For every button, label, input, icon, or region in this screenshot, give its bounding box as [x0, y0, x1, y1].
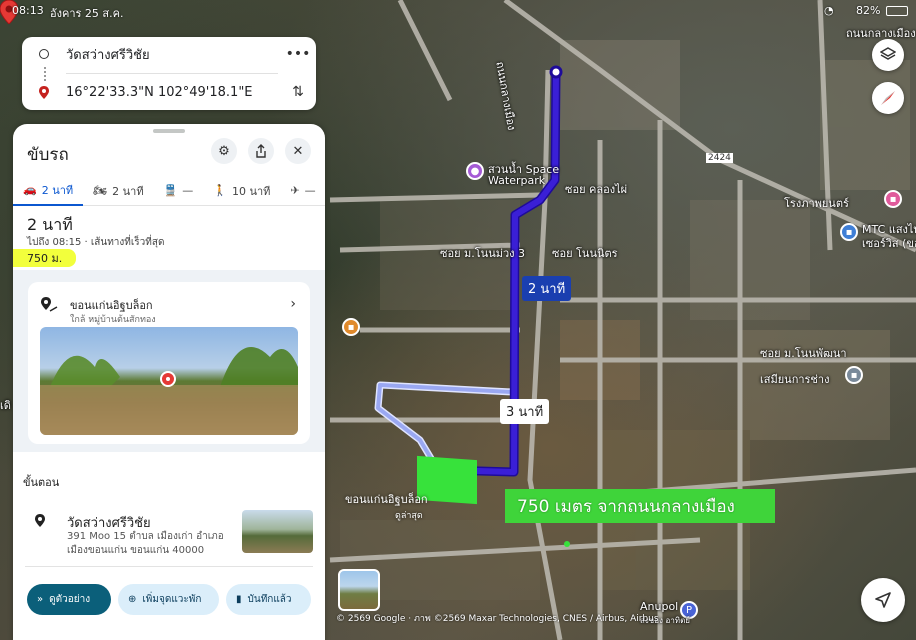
tab-transit[interactable]: 🚆 —	[154, 176, 204, 206]
place-pin-icon	[41, 297, 58, 312]
chevron-right-icon[interactable]: ›	[290, 296, 296, 312]
add-location-icon: ⊕	[128, 594, 137, 605]
step-street-view-thumb[interactable]	[242, 510, 313, 553]
tab-flight[interactable]: ✈ —	[280, 176, 325, 206]
sheet-title: ขับรถ	[27, 145, 69, 165]
route-subtitle: ไปถึง 08:15 · เส้นทางที่เร็วที่สุด	[27, 237, 165, 248]
place-photo-scene	[40, 347, 298, 435]
car-icon: 🚗	[23, 183, 37, 196]
flight-icon: ✈	[290, 184, 300, 197]
route-connector	[44, 67, 46, 81]
steps-title: ขั้นตอน	[23, 476, 60, 489]
map-label-soi-nonnitat: ซอย โนนนิตร	[552, 247, 618, 260]
share-icon	[256, 144, 266, 158]
map-label-clinic: เสมียนการช่าง	[760, 373, 830, 386]
motorcycle-icon: 🏍	[93, 184, 108, 197]
hotel-poi-icon[interactable]: ▪	[884, 190, 902, 208]
walk-icon: 🚶	[213, 184, 227, 197]
step-address: 391 Moo 15 ตำบล เมืองเก่า อำเภอ เมืองขอน…	[67, 530, 237, 558]
origin-field[interactable]: วัดสว่างศรีวิชัย	[66, 44, 280, 65]
route-distance: 750 ม.	[13, 249, 77, 267]
waterpark-poi-icon[interactable]: ●	[466, 162, 484, 180]
map-label-soi: ซอย คลองไผ่	[565, 183, 628, 196]
tab-motorcycle-label: 2 นาที	[112, 184, 144, 198]
layers-button[interactable]	[872, 39, 904, 71]
origin-circle-icon	[22, 49, 66, 59]
bookmark-icon: ▮	[236, 594, 242, 605]
distance-annotation: 750 เมตร จากถนนกลางเมือง	[505, 489, 775, 523]
destination-map-label[interactable]: ขอนแก่นอิฐบล็อก ดูล่าสุด	[345, 490, 428, 522]
step-address-line1: 391 Moo 15 ตำบล เมืองเก่า อำเภอ	[67, 531, 224, 542]
tab-walk[interactable]: 🚶 10 นาที	[203, 176, 280, 206]
battery-icon	[886, 6, 908, 16]
layers-icon	[880, 47, 896, 60]
place-card[interactable]: ขอนแก่นอิฐบล็อก ใกล้ หมู่บ้านต้นสักทอง ›	[28, 282, 310, 444]
place-panel: ขอนแก่นอิฐบล็อก ใกล้ หมู่บ้านต้นสักทอง ›	[13, 270, 325, 452]
place-photo[interactable]	[40, 327, 298, 435]
alt-route-duration[interactable]: 3 นาที	[500, 399, 550, 424]
destination-map-sublabel: ดูล่าสุด	[395, 511, 423, 521]
field-divider	[66, 73, 278, 74]
step-origin[interactable]: วัดสว่างศรีวิชัย 391 Moo 15 ตำบล เมืองเก…	[13, 502, 325, 562]
add-stop-button[interactable]: ⊕ เพิ่มจุดแวะพัก	[118, 584, 219, 615]
map-label-mtc-2: เซอร์วิส (ขอ	[862, 237, 916, 250]
preview-label: ดูตัวอย่าง	[49, 594, 91, 605]
navigation-arrow-icon	[875, 592, 891, 608]
map-label-soi-phatthana: ซอย ม.โนนพัฒนา	[760, 347, 847, 360]
step-pin-icon	[35, 514, 45, 527]
tab-walk-label: 10 นาที	[231, 184, 271, 198]
compass-button[interactable]	[872, 82, 904, 114]
transit-icon: 🚆	[163, 184, 178, 197]
origin-row[interactable]: วัดสว่างศรีวิชัย •••	[22, 42, 316, 66]
tune-icon: ⚙	[218, 143, 230, 159]
destination-pin-icon-small	[22, 85, 66, 99]
destination-map-label-text: ขอนแก่นอิฐบล็อก	[345, 493, 428, 506]
navigate-button[interactable]	[861, 578, 905, 622]
double-chevron-icon: »	[37, 594, 44, 605]
destination-field[interactable]: 16°22'33.3"N 102°49'18.1"E	[66, 85, 280, 100]
share-button[interactable]	[248, 138, 274, 164]
step-divider	[25, 566, 313, 567]
close-icon: ✕	[292, 143, 304, 159]
tab-drive-label: 2 นาที	[41, 183, 74, 197]
map-label-side: เดิ	[0, 399, 11, 412]
step-address-line2: เมืองขอนแก่น ขอนแก่น 40000	[67, 545, 205, 556]
tab-flight-label: —	[304, 184, 316, 197]
swap-icon[interactable]: ⇅	[280, 84, 316, 100]
action-buttons: » ดูตัวอย่าง ⊕ เพิ่มจุดแวะพัก ▮ บันทึกแล…	[13, 584, 325, 616]
street-view-thumbnail[interactable]	[338, 569, 380, 611]
place-subtitle: ใกล้ หมู่บ้านต้นสักทอง	[70, 315, 156, 325]
destination-row[interactable]: 16°22'33.3"N 102°49'18.1"E ⇅	[22, 80, 316, 104]
saved-button[interactable]: ▮ บันทึกแล้ว	[226, 584, 311, 615]
tab-drive[interactable]: 🚗 2 นาที	[13, 176, 84, 206]
map-label-hotel: โรงภาพยนตร์	[784, 197, 849, 210]
map-copyright: © 2569 Google · ภาพ ©2569 Maxar Technolo…	[336, 614, 659, 624]
directions-card: วัดสว่างศรีวิชัย ••• 16°22'33.3"N 102°49…	[22, 37, 316, 110]
compass-icon	[881, 91, 895, 105]
road-number-badge: 2424	[706, 153, 733, 163]
clinic-poi-icon[interactable]: ▪	[845, 366, 863, 384]
tab-transit-label: —	[182, 184, 194, 197]
add-stop-label: เพิ่มจุดแวะพัก	[142, 594, 202, 605]
preview-button[interactable]: » ดูตัวอย่าง	[27, 584, 111, 615]
status-battery: 82%	[856, 4, 881, 17]
saved-label: บันทึกแล้ว	[247, 594, 292, 605]
more-vert-icon[interactable]: •••	[280, 46, 316, 62]
sheet-grabber[interactable]	[153, 129, 185, 133]
route-options-button[interactable]: ⚙	[211, 138, 237, 164]
wifi-icon: ◔	[824, 4, 834, 17]
map-label-soi-muang: ซอย ม.โนนม่วง 3	[440, 247, 526, 260]
tab-motorcycle[interactable]: 🏍 2 นาที	[83, 176, 153, 206]
map-label-waterpark-2: Waterpark	[488, 174, 546, 187]
close-button[interactable]: ✕	[285, 138, 311, 164]
travel-mode-tabs: 🚗 2 นาที 🏍 2 นาที 🚆 — 🚶 10 นาที ✈ —	[13, 176, 325, 206]
directions-sheet: ขับรถ ⚙ ✕ 🚗 2 นาที 🏍 2 นาที 🚆 — 🚶 10 นาท…	[13, 124, 325, 640]
mtc-poi-icon[interactable]: ▪	[840, 223, 858, 241]
cafe-poi-icon[interactable]: ▪	[342, 318, 360, 336]
primary-route-duration[interactable]: 2 นาที	[522, 276, 572, 301]
status-date: อังคาร 25 ส.ค.	[50, 7, 124, 20]
status-time: 08:13	[12, 4, 44, 17]
